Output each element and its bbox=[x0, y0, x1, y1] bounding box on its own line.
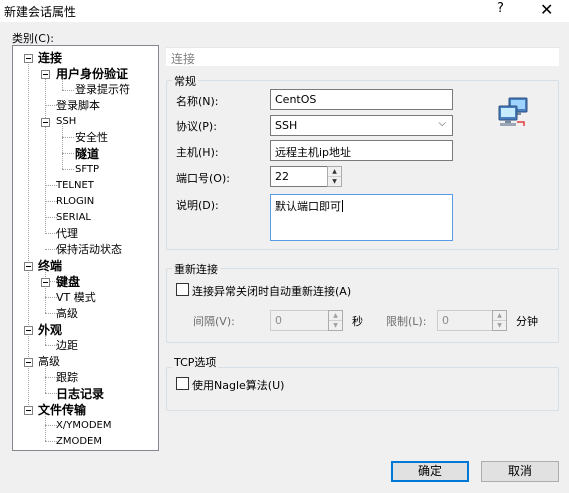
tree-line bbox=[62, 90, 74, 91]
reconnect-group-title: 重新连接 bbox=[172, 261, 220, 277]
tree-item-terminal[interactable]: 终端 bbox=[38, 259, 62, 273]
host-label: 主机(H): bbox=[176, 146, 219, 159]
tree-line bbox=[45, 268, 46, 313]
reconnect-group bbox=[166, 268, 559, 343]
title-bar: 新建会话属性 ? ✕ bbox=[0, 0, 569, 22]
category-label: 类别(C): bbox=[12, 32, 54, 45]
description-input[interactable]: 默认端口即可 bbox=[270, 194, 453, 241]
tree-item-proxy[interactable]: 代理 bbox=[56, 227, 78, 241]
tree-line bbox=[62, 153, 74, 154]
tree-item-login-script[interactable]: 登录脚本 bbox=[56, 99, 100, 113]
tree-item-logging[interactable]: 日志记录 bbox=[56, 387, 104, 401]
tree-item-keyboard[interactable]: 键盘 bbox=[56, 275, 80, 289]
tree-item-trace[interactable]: 跟踪 bbox=[56, 371, 78, 385]
tree-line bbox=[62, 124, 63, 169]
section-title: 连接 bbox=[171, 52, 196, 66]
tree-item-margin[interactable]: 边距 bbox=[56, 339, 78, 353]
window-title: 新建会话属性 bbox=[4, 5, 77, 19]
protocol-label: 协议(P): bbox=[176, 120, 217, 133]
name-input[interactable]: CentOS bbox=[270, 89, 453, 110]
spin-up-icon[interactable]: ▲ bbox=[329, 311, 342, 321]
protocol-value: SSH bbox=[275, 119, 298, 132]
chevron-down-icon: ⌵ bbox=[438, 118, 446, 129]
interval-input[interactable]: 0 bbox=[270, 310, 329, 331]
tree-item-vt-mode[interactable]: VT 模式 bbox=[56, 291, 96, 305]
tree-item-file-transfer[interactable]: 文件传输 bbox=[38, 403, 86, 417]
auto-reconnect-checkbox[interactable] bbox=[176, 283, 189, 296]
limit-input[interactable]: 0 bbox=[437, 310, 493, 331]
spin-down-icon[interactable]: ▼ bbox=[328, 177, 341, 187]
expander-file-transfer[interactable] bbox=[24, 406, 33, 415]
nagle-checkbox[interactable] bbox=[176, 377, 189, 390]
description-label: 说明(D): bbox=[176, 199, 219, 212]
close-button[interactable]: ✕ bbox=[540, 0, 553, 19]
tree-item-advanced[interactable]: 高级 bbox=[38, 355, 60, 369]
expander-ssh[interactable] bbox=[41, 118, 50, 127]
limit-label: 限制(L): bbox=[386, 315, 427, 328]
section-header: 连接 bbox=[166, 47, 559, 66]
tree-item-login-prompt[interactable]: 登录提示符 bbox=[75, 83, 130, 97]
tree-item-advanced-terminal[interactable]: 高级 bbox=[56, 307, 78, 321]
name-label: 名称(N): bbox=[176, 95, 219, 108]
interval-label: 间隔(V): bbox=[193, 315, 235, 328]
expander-user-auth[interactable] bbox=[41, 70, 50, 79]
tree-line bbox=[62, 137, 74, 138]
port-input[interactable]: 22 bbox=[270, 166, 328, 187]
tree-item-zmodem[interactable]: ZMODEM bbox=[56, 435, 102, 449]
tcp-group-title: TCP选项 bbox=[172, 354, 219, 370]
tree-item-connection[interactable]: 连接 bbox=[38, 51, 62, 65]
spin-up-icon[interactable]: ▲ bbox=[328, 167, 341, 177]
tree-item-rlogin[interactable]: RLOGIN bbox=[56, 195, 94, 209]
tree-item-user-auth[interactable]: 用户身份验证 bbox=[56, 67, 128, 81]
network-computers-icon bbox=[498, 97, 528, 126]
tree-item-xymodem[interactable]: X/YMODEM bbox=[56, 419, 111, 433]
general-group-title: 常规 bbox=[172, 73, 198, 89]
help-button[interactable]: ? bbox=[497, 1, 504, 16]
expander-advanced[interactable] bbox=[24, 358, 33, 367]
spin-up-icon[interactable]: ▲ bbox=[493, 311, 506, 321]
expander-keyboard[interactable] bbox=[41, 278, 50, 287]
limit-spinner[interactable]: ▲ ▼ bbox=[492, 310, 507, 331]
spin-down-icon[interactable]: ▼ bbox=[493, 321, 506, 331]
tree-item-tunnel[interactable]: 隧道 bbox=[75, 147, 99, 161]
seconds-label: 秒 bbox=[352, 315, 363, 328]
tree-item-security[interactable]: 安全性 bbox=[75, 131, 108, 145]
cancel-button[interactable]: 取消 bbox=[481, 461, 559, 482]
tree-item-appearance[interactable]: 外观 bbox=[38, 323, 62, 337]
port-spinner[interactable]: ▲ ▼ bbox=[327, 166, 342, 187]
protocol-select[interactable]: SSH ⌵ bbox=[270, 115, 453, 136]
expander-terminal[interactable] bbox=[24, 262, 33, 271]
spin-down-icon[interactable]: ▼ bbox=[329, 321, 342, 331]
minutes-label: 分钟 bbox=[516, 315, 538, 328]
host-input[interactable]: 远程主机ip地址 bbox=[270, 140, 453, 161]
expander-appearance[interactable] bbox=[24, 326, 33, 335]
auto-reconnect-label: 连接异常关闭时自动重新连接(A) bbox=[192, 285, 352, 298]
category-tree[interactable]: 连接 用户身份验证 登录提示符 登录脚本 SSH 安全性 隧道 SFTP TEL… bbox=[12, 45, 159, 451]
port-label: 端口号(O): bbox=[176, 172, 230, 185]
ok-button[interactable]: 确定 bbox=[391, 461, 469, 482]
tree-line bbox=[62, 169, 74, 170]
expander-connection[interactable] bbox=[24, 54, 33, 63]
text-caret bbox=[342, 200, 343, 212]
description-text: 默认端口即可 bbox=[275, 200, 341, 213]
tree-item-serial[interactable]: SERIAL bbox=[56, 211, 91, 225]
tree-item-sftp[interactable]: SFTP bbox=[75, 163, 99, 177]
tree-line bbox=[45, 76, 46, 232]
tree-item-telnet[interactable]: TELNET bbox=[56, 179, 94, 193]
nagle-label: 使用Nagle算法(U) bbox=[192, 379, 285, 392]
tree-item-keepalive[interactable]: 保持活动状态 bbox=[56, 243, 122, 257]
interval-spinner[interactable]: ▲ ▼ bbox=[328, 310, 343, 331]
tree-item-ssh[interactable]: SSH bbox=[56, 115, 76, 129]
